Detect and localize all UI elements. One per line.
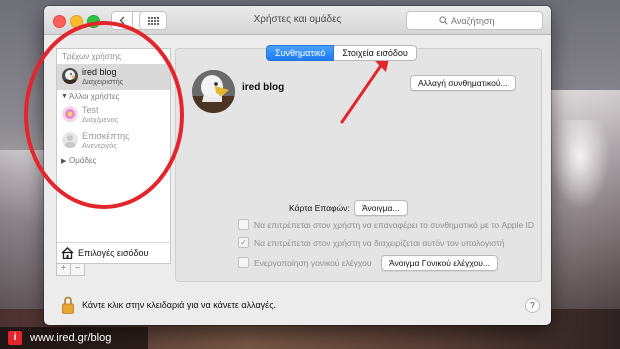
desktop-wallpaper-snow [550,120,610,210]
checkbox-admin[interactable]: ✓ [238,237,249,248]
add-user-button[interactable]: + [56,263,71,276]
lock-instruction-text: Κάντε κλικ στην κλειδαριά για να κάνετε … [82,300,277,310]
grid-icon [147,16,159,25]
checkbox-reset-appleid[interactable] [238,219,249,230]
remove-user-button[interactable]: − [70,263,85,276]
checkbox-label: Να επιτρέπεται στον χρήστη να διαχειρίζε… [254,237,505,248]
contact-card-label: Κάρτα Επαφών: [289,203,350,213]
house-icon [61,247,74,259]
checkmark-icon: ✓ [240,238,247,247]
search-input[interactable] [451,15,531,26]
disclosure-closed-icon[interactable]: ▶ [61,157,66,165]
current-user-section-label: Τρέχων χρήστης [62,52,122,61]
search-field[interactable] [406,11,543,30]
sidebar-user-role: Ανενεργός [82,141,117,150]
guest-avatar [62,132,78,148]
other-users-section-label: Άλλοι χρήστες [69,92,120,101]
sidebar-user-test[interactable]: Test Διαχ/μενος [57,102,170,128]
sidebar-user-ired-blog[interactable]: ired blog Διαχειριστής [57,64,170,90]
checkbox-row-parental[interactable]: Ενεργοποίηση γονικού ελέγχου [238,257,372,268]
title-bar: Χρήστες και ομάδες [44,6,551,35]
add-remove-controls: + − [56,263,85,276]
search-icon [439,16,448,25]
checkbox-parental-controls[interactable] [238,257,249,268]
tab-login-items[interactable]: Στοιχεία εισόδου [334,45,417,61]
checkbox-row-admin[interactable]: ✓ Να επιτρέπεται στον χρήστη να διαχειρί… [238,237,505,248]
sidebar-user-name: Test [82,105,99,115]
watermark-url: www.ired.gr/blog [30,332,112,344]
login-options-item[interactable]: Επιλογές εισόδου [56,242,171,264]
open-contact-button[interactable]: Άνοιγμα... [354,200,408,216]
show-all-button[interactable] [139,11,167,30]
eagle-avatar [62,68,78,84]
sidebar-user-guest[interactable]: Επισκέπτης Ανενεργός [57,128,170,154]
user-photo[interactable] [192,70,235,113]
sidebar-user-name: ired blog [82,67,117,77]
change-password-button[interactable]: Αλλαγή συνθηματικού... [410,75,516,91]
flower-avatar [62,106,78,122]
sidebar-user-role: Διαχειριστής [82,77,124,86]
user-full-name: ired blog [242,82,285,93]
sidebar-user-role: Διαχ/μενος [82,115,119,124]
lock-row: Κάντε κλικ στην κλειδαριά για να κάνετε … [62,296,276,314]
tab-bar: Συνθηματικό Στοιχεία εισόδου [266,45,417,61]
site-watermark: i www.ired.gr/blog [0,327,148,349]
eagle-icon [192,70,235,113]
lock-icon[interactable] [62,296,74,314]
disclosure-open-icon[interactable]: ▼ [61,93,68,100]
checkbox-row-reset-appleid[interactable]: Να επιτρέπεται στον χρήστη να επαναφέρει… [238,219,534,230]
checkbox-label: Να επιτρέπεται στον χρήστη να επαναφέρει… [254,219,535,230]
help-button[interactable]: ? [525,298,540,313]
sidebar-user-name: Επισκέπτης [82,131,130,141]
tab-password[interactable]: Συνθηματικό [266,45,335,61]
users-sidebar: Τρέχων χρήστης ired blog Διαχειριστής ▼ … [56,48,171,256]
users-groups-window: Χρήστες και ομάδες Τρέχων χρήστης ired b… [44,6,551,325]
open-parental-controls-button[interactable]: Άνοιγμα Γονικού ελέγχου... [381,255,499,271]
checkbox-label: Ενεργοποίηση γονικού ελέγχου [254,257,372,268]
ired-logo-icon: i [8,331,22,345]
login-options-label: Επιλογές εισόδου [78,248,149,258]
groups-section-label: Ομάδες [69,156,97,165]
